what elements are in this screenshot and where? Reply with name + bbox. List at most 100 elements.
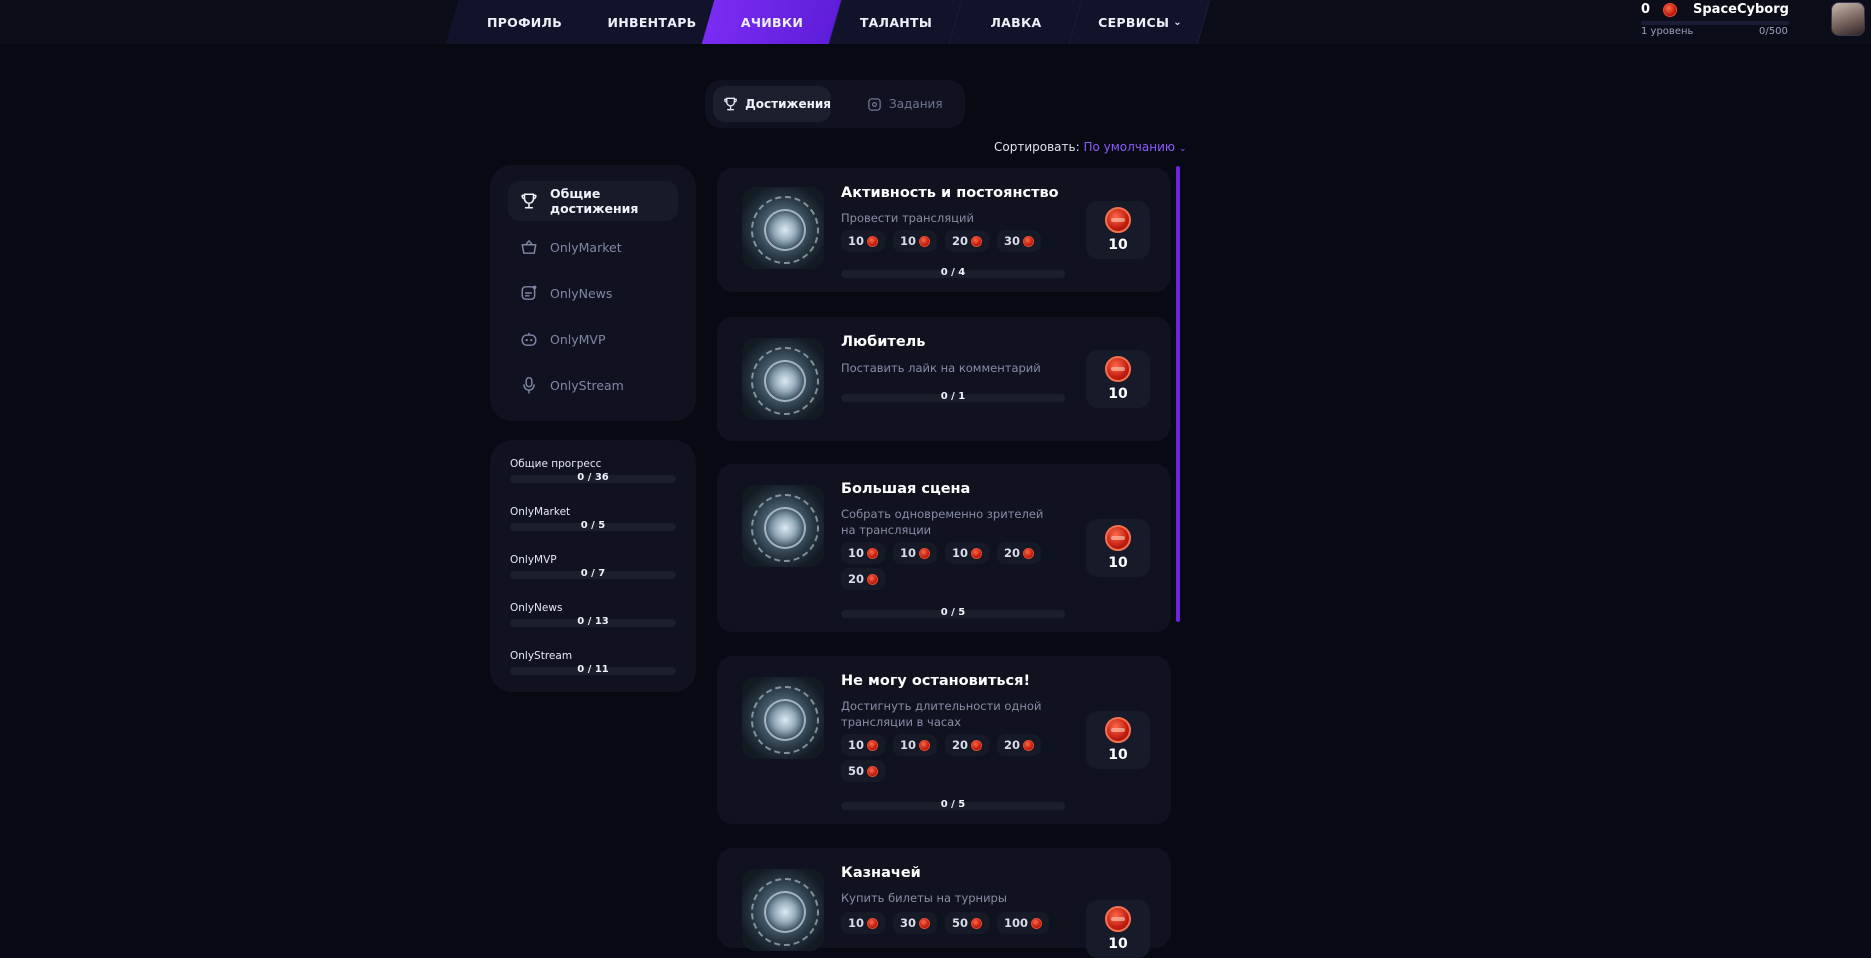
coin-icon — [971, 235, 982, 247]
sort-label: Сортировать: — [994, 140, 1080, 154]
achievement-description: Собрать одновременно зрителей на трансля… — [841, 507, 1044, 537]
tier-value: 50 — [951, 916, 968, 930]
progress-value: 0 / 7 — [580, 568, 606, 579]
tier-value: 20 — [951, 738, 968, 752]
nav-tab-label: СЕРВИСЫ — [1098, 14, 1170, 30]
achievement-description: Достигнуть длительности одной трансляции… — [841, 699, 1042, 729]
progress-value: 0 / 36 — [577, 472, 609, 483]
achievement-description: Купить билеты на турниры — [841, 891, 1007, 905]
coin-icon — [919, 917, 930, 929]
category-general[interactable]: Общие достижения — [508, 181, 678, 221]
tier-reward: 10 — [841, 230, 885, 252]
tier-reward: 100 — [997, 912, 1049, 934]
achievement-progress-value: 0 / 5 — [940, 607, 966, 618]
coin-icon — [867, 917, 878, 929]
coin-balance: 0 — [1641, 2, 1677, 17]
chevron-down-icon: ⌄ — [1179, 144, 1187, 154]
nav-tab-label: ПРОФИЛЬ — [486, 14, 563, 30]
achievement-card[interactable]: Активность и постоянство Провести трансл… — [717, 168, 1171, 292]
tier-value: 10 — [847, 916, 864, 930]
category-label: Общие достижения — [550, 186, 639, 216]
category-onlymvp[interactable]: OnlyMVP — [508, 319, 678, 359]
task-icon — [868, 97, 881, 111]
achievement-progress-bar: 0 / 4 — [841, 267, 1065, 278]
tier-value: 20 — [847, 572, 864, 586]
level-progress-bar — [1641, 21, 1789, 25]
nav-tab-talents[interactable]: ТАЛАНТЫ — [829, 0, 963, 44]
coin-icon — [867, 765, 878, 777]
achievement-card[interactable]: Любитель Поставить лайк на комментарий 0… — [717, 317, 1171, 441]
progress-bar: 0 / 5 — [510, 520, 676, 531]
category-onlynews[interactable]: OnlyNews — [508, 273, 678, 313]
scrollbar[interactable] — [1176, 166, 1180, 622]
sort-value[interactable]: По умолчанию — [1083, 140, 1175, 154]
tier-value: 10 — [847, 234, 864, 248]
tier-reward: 20 — [997, 734, 1041, 756]
chevron-down-icon: ⌄ — [1173, 16, 1182, 28]
tier-value: 10 — [951, 546, 968, 560]
progress-value: 0 / 13 — [577, 616, 609, 627]
progress-label: Общие прогресс — [510, 458, 602, 470]
achievements-tasks-switch: Достижения Задания — [705, 80, 965, 128]
only-coin-icon — [1105, 525, 1131, 551]
category-label: OnlyNews — [550, 285, 613, 301]
nav-tab-achievements[interactable]: АЧИВКИ — [701, 0, 843, 44]
coin-icon — [971, 739, 982, 751]
tier-reward: 10 — [945, 542, 989, 564]
tier-reward: 10 — [841, 734, 885, 756]
achievement-title: Казначей — [841, 865, 921, 881]
only-coin-icon — [1105, 356, 1131, 382]
category-onlymarket[interactable]: OnlyMarket — [508, 227, 678, 267]
basket-icon — [521, 240, 537, 254]
progress-value: 0 / 11 — [577, 664, 609, 675]
reward-value: 10 — [1108, 386, 1128, 402]
achievement-card[interactable]: Большая сцена Собрать одновременно зрите… — [717, 464, 1171, 632]
achievement-progress-bar: 0 / 5 — [841, 607, 1065, 618]
only-coin-icon — [1105, 906, 1131, 932]
avatar[interactable] — [1831, 2, 1865, 36]
achievement-progress-value: 0 / 1 — [940, 391, 966, 402]
achievement-description: Провести трансляций — [841, 211, 974, 225]
achievement-title: Любитель — [841, 334, 926, 350]
tab-tasks[interactable]: Задания — [855, 86, 955, 122]
nav-tab-services[interactable]: СЕРВИСЫ ⌄ — [1069, 0, 1211, 44]
achievement-badge-image — [742, 485, 824, 567]
gamepad-icon — [521, 332, 537, 346]
nav-tab-inventory[interactable]: ИНВЕНТАРЬ — [575, 0, 729, 44]
coin-icon — [1023, 739, 1034, 751]
coin-icon — [1031, 917, 1042, 929]
progress-item: OnlyMVP 0 / 7 — [510, 554, 676, 579]
achievement-description: Поставить лайк на комментарий — [841, 361, 1041, 375]
tier-reward: 10 — [893, 542, 937, 564]
sort-control[interactable]: Сортировать: По умолчанию ⌄ — [994, 140, 1187, 154]
achievement-card[interactable]: Казначей Купить билеты на турниры 10 30 … — [717, 848, 1171, 958]
nav-tab-label: ТАЛАНТЫ — [859, 14, 933, 30]
tier-reward: 10 — [893, 230, 937, 252]
progress-summary: Общие прогресс 0 / 36 OnlyMarket 0 / 5 O… — [490, 440, 696, 692]
progress-bar: 0 / 13 — [510, 616, 676, 627]
reward-value: 10 — [1108, 237, 1128, 253]
progress-item: Общие прогресс 0 / 36 — [510, 458, 676, 483]
nav-tab-shop[interactable]: ЛАВКА — [949, 0, 1083, 44]
tier-value: 10 — [847, 546, 864, 560]
progress-item: OnlyNews 0 / 13 — [510, 602, 676, 627]
achievement-card[interactable]: Не могу остановиться! Достигнуть длитель… — [717, 656, 1171, 824]
tier-value: 10 — [899, 738, 916, 752]
tab-tasks-label: Задания — [889, 97, 943, 111]
category-onlystream[interactable]: OnlyStream — [508, 365, 678, 405]
achievement-reward: 10 — [1086, 201, 1150, 259]
coin-icon — [867, 739, 878, 751]
tier-reward: 20 — [841, 568, 885, 590]
achievement-progress-bar: 0 / 5 — [841, 799, 1065, 810]
trophy-icon — [521, 193, 537, 209]
only-coin-icon — [1105, 207, 1131, 233]
tab-achievements[interactable]: Достижения — [713, 86, 831, 122]
username[interactable]: SpaceCyborg — [1693, 2, 1789, 17]
reward-value: 10 — [1108, 555, 1128, 571]
nav-tab-profile[interactable]: ПРОФИЛЬ — [445, 0, 604, 44]
progress-label: OnlyNews — [510, 602, 563, 614]
tier-reward: 20 — [945, 734, 989, 756]
tier-value: 10 — [847, 738, 864, 752]
tier-reward: 10 — [841, 912, 885, 934]
tier-reward: 10 — [893, 734, 937, 756]
